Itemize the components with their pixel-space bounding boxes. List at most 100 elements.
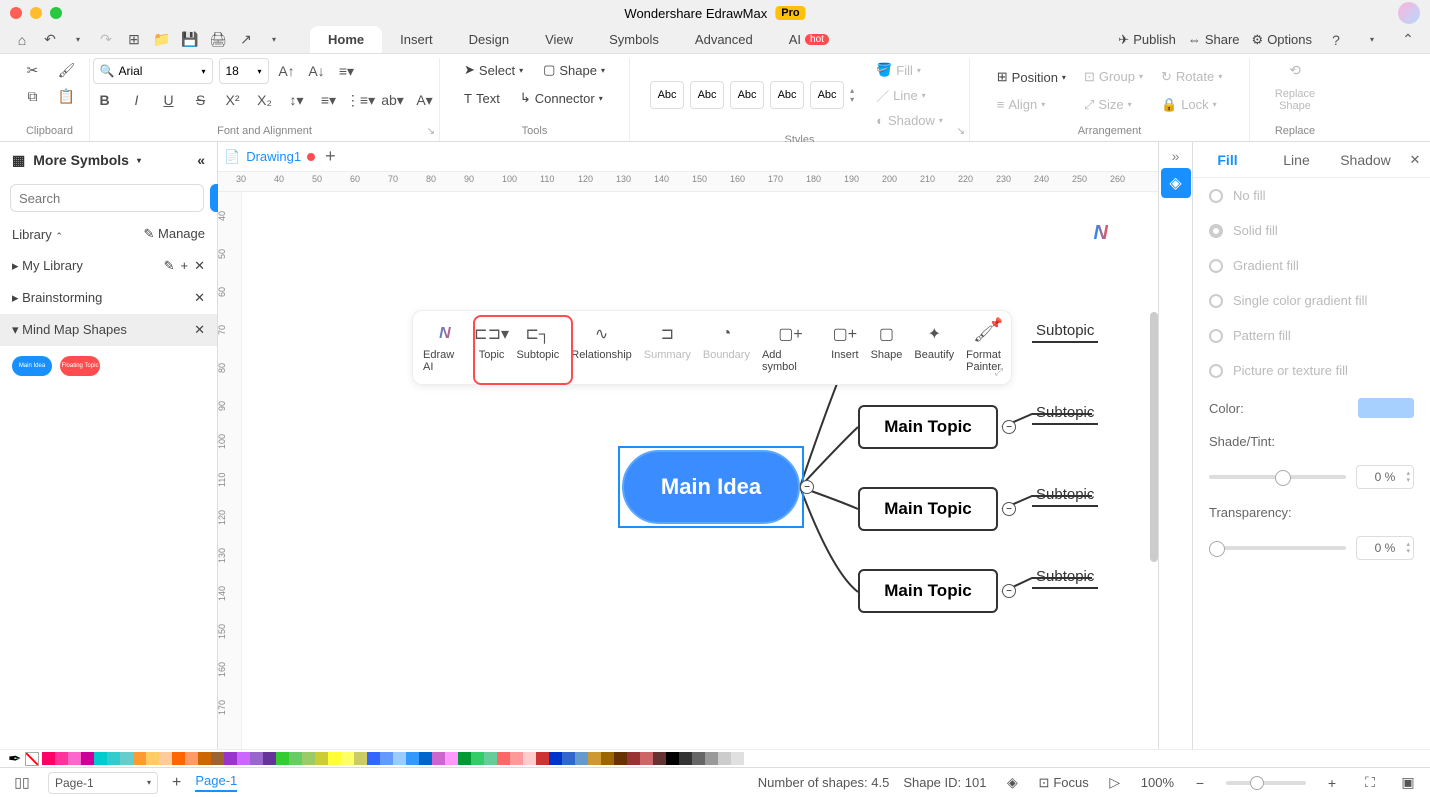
beautify-button[interactable]: ✦Beautify: [914, 319, 954, 361]
font-family-select[interactable]: 🔍Arial▾: [93, 58, 213, 84]
style-up-icon[interactable]: ▴: [850, 86, 854, 95]
color-swatch[interactable]: [1358, 398, 1414, 418]
color-swatch[interactable]: [484, 752, 497, 765]
color-swatch[interactable]: [81, 752, 94, 765]
color-swatch[interactable]: [315, 752, 328, 765]
main-topic-node-2[interactable]: Main Topic: [858, 487, 998, 531]
undo-icon[interactable]: ↶: [38, 28, 62, 52]
tab-insert[interactable]: Insert: [382, 26, 451, 53]
pin-icon[interactable]: 📌: [989, 317, 1003, 330]
insert-button[interactable]: ▢+Insert: [831, 319, 859, 361]
color-swatch[interactable]: [536, 752, 549, 765]
line-dropdown[interactable]: ／Line▾: [870, 82, 949, 109]
tab-advanced[interactable]: Advanced: [677, 26, 771, 53]
plus-icon[interactable]: +: [181, 258, 189, 274]
connector-tool[interactable]: ↳Connector▾: [514, 86, 609, 110]
main-topic-node-3[interactable]: Main Topic: [858, 569, 998, 613]
tab-ai[interactable]: AI hot: [771, 26, 847, 53]
more-symbols-label[interactable]: More Symbols: [33, 152, 129, 168]
close-icon[interactable]: ✕: [194, 258, 205, 274]
my-library-row[interactable]: ▸ My Library ✎+✕: [0, 250, 217, 282]
pattern-fill-option[interactable]: Pattern fill: [1193, 318, 1430, 353]
picture-fill-option[interactable]: Picture or texture fill: [1193, 353, 1430, 388]
color-swatch[interactable]: [705, 752, 718, 765]
tab-view[interactable]: View: [527, 26, 591, 53]
shade-value[interactable]: 0 %: [1356, 465, 1414, 489]
maximize-window[interactable]: [50, 7, 62, 19]
color-swatch[interactable]: [471, 752, 484, 765]
close-icon[interactable]: ✕: [194, 322, 205, 338]
page-tab[interactable]: Page-1: [195, 773, 237, 792]
strike-icon[interactable]: S: [189, 88, 213, 112]
shape-tool[interactable]: ▢Shape▾: [537, 58, 611, 82]
expand-handle[interactable]: −: [1002, 584, 1016, 598]
publish-button[interactable]: ✈Publish: [1118, 32, 1176, 48]
close-panel-icon[interactable]: ✕: [1400, 152, 1430, 168]
color-swatch[interactable]: [380, 752, 393, 765]
no-color-swatch[interactable]: [25, 752, 39, 766]
subscript-icon[interactable]: X₂: [253, 88, 277, 112]
format-painter-icon[interactable]: 🖌: [55, 58, 79, 82]
color-swatch[interactable]: [250, 752, 263, 765]
collapse-ribbon-icon[interactable]: ⌃: [1396, 28, 1420, 52]
shade-slider[interactable]: [1209, 475, 1346, 479]
topic-button[interactable]: ⊏⊐▾Topic: [479, 319, 505, 361]
solid-fill-option[interactable]: Solid fill: [1193, 213, 1430, 248]
color-swatch[interactable]: [692, 752, 705, 765]
share-button[interactable]: ⇔Share: [1188, 32, 1240, 47]
color-swatch[interactable]: [354, 752, 367, 765]
expand-handle[interactable]: −: [1002, 420, 1016, 434]
color-swatch[interactable]: [523, 752, 536, 765]
subtopic-node-0[interactable]: Subtopic: [1032, 320, 1098, 343]
color-swatch[interactable]: [640, 752, 653, 765]
cut-icon[interactable]: ✂: [21, 58, 45, 82]
color-swatch[interactable]: [302, 752, 315, 765]
page-select[interactable]: Page-1▾: [48, 772, 158, 794]
gradient-fill-option[interactable]: Gradient fill: [1193, 248, 1430, 283]
bold-icon[interactable]: B: [93, 88, 117, 112]
color-swatch[interactable]: [562, 752, 575, 765]
tab-design[interactable]: Design: [451, 26, 527, 53]
color-swatch[interactable]: [328, 752, 341, 765]
color-swatch[interactable]: [289, 752, 302, 765]
minimize-window[interactable]: [30, 7, 42, 19]
size-dropdown[interactable]: ⤢Size▾: [1078, 93, 1149, 117]
edit-icon[interactable]: ✎: [164, 258, 175, 274]
focus-button[interactable]: ⊡Focus: [1038, 775, 1088, 791]
copy-icon[interactable]: ⧉: [21, 84, 45, 108]
line-spacing-icon[interactable]: ≡▾: [317, 88, 341, 112]
save-icon[interactable]: 💾: [178, 28, 202, 52]
library-row[interactable]: Library ⌃ ✎ Manage: [0, 218, 217, 250]
position-dropdown[interactable]: ⊞Position▾: [991, 65, 1072, 89]
canvas[interactable]: N Main Idea − Main Topic − Main Topic: [242, 192, 1158, 749]
align-icon[interactable]: ≡▾: [335, 59, 359, 83]
text-height-icon[interactable]: ↕▾: [285, 88, 309, 112]
expand-icon[interactable]: ⤢: [995, 367, 1003, 378]
floating-topic-thumb[interactable]: Floating Topic: [60, 356, 100, 376]
color-swatch[interactable]: [601, 752, 614, 765]
color-swatch[interactable]: [575, 752, 588, 765]
tab-symbols[interactable]: Symbols: [591, 26, 677, 53]
color-swatch[interactable]: [679, 752, 692, 765]
options-button[interactable]: ⚙Options: [1252, 32, 1312, 48]
shadow-tab[interactable]: Shadow: [1331, 152, 1400, 168]
subtopic-node-2[interactable]: Subtopic: [1032, 484, 1098, 507]
styles-launcher-icon[interactable]: ↘: [957, 126, 965, 137]
add-symbol-button[interactable]: ▢+Add symbol: [762, 319, 819, 373]
color-swatch[interactable]: [263, 752, 276, 765]
zoom-in-icon[interactable]: +: [1320, 771, 1344, 795]
color-swatch[interactable]: [393, 752, 406, 765]
color-swatch[interactable]: [432, 752, 445, 765]
decrease-font-icon[interactable]: A↓: [305, 59, 329, 83]
text-tool[interactable]: TText: [458, 86, 506, 110]
subtopic-button[interactable]: ⊏┐Subtopic: [516, 319, 559, 361]
color-swatch[interactable]: [133, 752, 146, 765]
color-swatch[interactable]: [549, 752, 562, 765]
fill-dropdown[interactable]: 🪣Fill▾: [870, 58, 949, 82]
font-launcher-icon[interactable]: ↘: [427, 126, 435, 137]
lock-dropdown[interactable]: 🔒Lock▾: [1155, 93, 1228, 117]
expand-panel-icon[interactable]: »: [1172, 148, 1180, 164]
vertical-scrollbar[interactable]: [1150, 192, 1158, 749]
color-swatch[interactable]: [588, 752, 601, 765]
relationship-button[interactable]: ∿Relationship: [571, 319, 632, 361]
